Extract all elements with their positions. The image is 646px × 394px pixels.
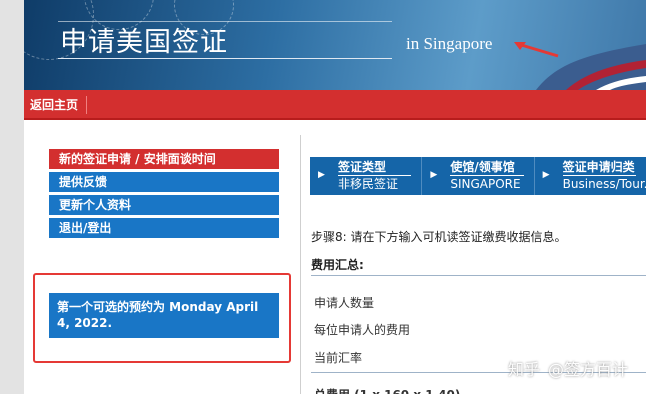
location-subtitle: in Singapore [406,34,493,53]
step-progress-bar: ▶ 签证类型 非移民签证 ▶ 使馆/领事馆 SINGAPORE ▶ 签证申请归类… [310,157,646,195]
watermark-text: @签方百计 [548,360,629,379]
menu-update-profile[interactable]: 更新个人资料 [49,195,279,215]
step-visa-category: ▶ 签证申请归类 Business/Tour... [535,157,646,195]
step-label: 签证申请归类 [562,160,636,176]
step-value: 非移民签证 [338,177,399,191]
fee-row-applicants: 申请人数量 [314,296,375,310]
sidebar-menu: 新的签证申请 / 安排面谈时间 提供反馈 更新个人资料 退出/登出 [49,149,279,241]
fee-row-exchange-rate: 当前汇率 [314,351,363,365]
fee-summary-title: 费用汇总: [311,258,364,272]
play-icon: ▶ [430,170,438,180]
menu-feedback[interactable]: 提供反馈 [49,172,279,192]
menu-new-application[interactable]: 新的签证申请 / 安排面谈时间 [49,149,279,169]
column-divider [300,135,301,394]
watermark: 知乎 @签方百计 [508,356,628,380]
section-rule [311,275,646,276]
first-available-appointment: 第一个可选的预约为 Monday April 4, 2022. [49,293,279,338]
title-rule [58,58,392,59]
step-value: SINGAPORE [450,177,521,191]
fee-row-total: 总费用 (1 x 160 x 1.40) [314,386,460,394]
top-nav-bar: 返回主页 [24,90,646,120]
page: 申请美国签证 in Singapore 返回主页 新的签证申请 / 安排面谈时间… [24,0,646,394]
watermark-logo: 知乎 [508,360,541,379]
home-link[interactable]: 返回主页 [30,96,88,114]
menu-logout[interactable]: 退出/登出 [49,218,279,238]
us-flag-image [536,44,646,90]
step-embassy: ▶ 使馆/领事馆 SINGAPORE [422,157,535,195]
step-instruction: 步骤8: 请在下方输入可机读签证缴费收据信息。 [311,230,567,244]
header-banner: 申请美国签证 in Singapore [24,0,646,90]
fee-row-per-applicant: 每位申请人的费用 [314,323,411,337]
left-gutter [0,0,24,394]
site-title: 申请美国签证 [60,27,228,58]
play-icon: ▶ [542,170,550,180]
step-label: 签证类型 [338,160,412,176]
play-icon: ▶ [318,170,325,180]
step-label: 使馆/领事馆 [450,160,524,176]
step-value: Business/Tour... [562,177,646,191]
step-visa-type: ▶ 签证类型 非移民签证 [310,157,423,195]
